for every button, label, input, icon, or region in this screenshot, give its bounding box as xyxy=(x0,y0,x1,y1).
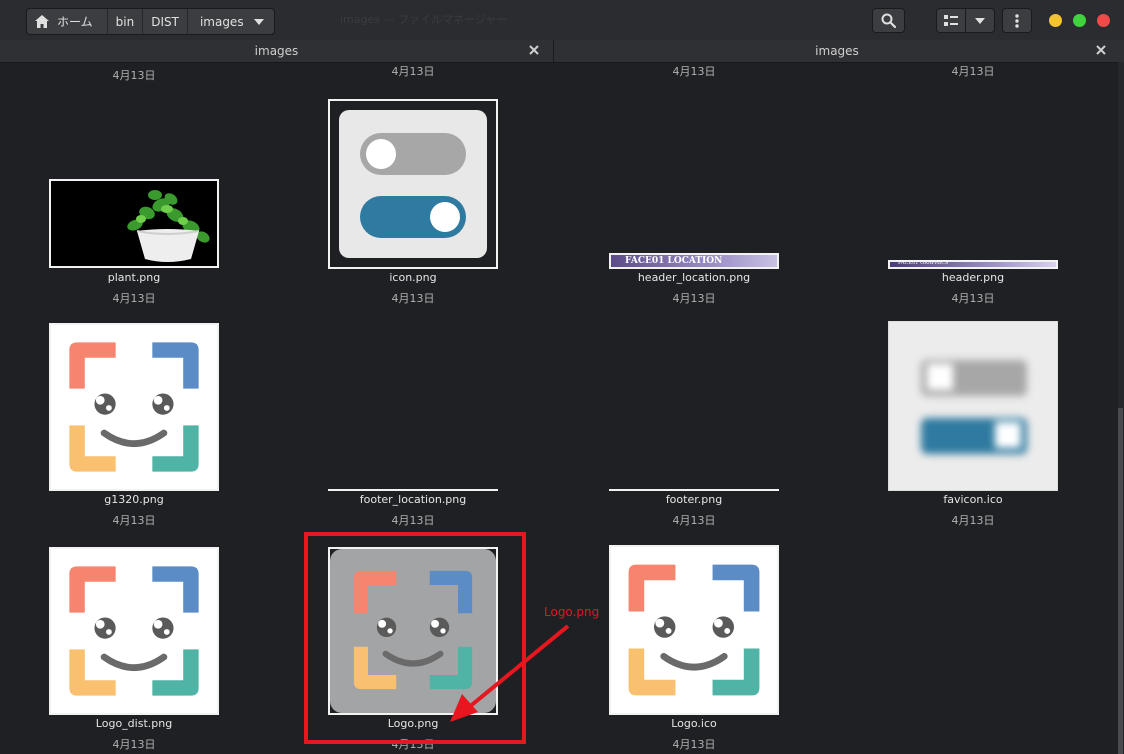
file-thumbnail-footer-location[interactable] xyxy=(328,489,498,491)
file-thumbnail-footer[interactable] xyxy=(609,489,779,491)
scrollbar-thumb[interactable] xyxy=(1118,408,1123,754)
file-date: 4月13日 xyxy=(112,514,156,527)
search-button[interactable] xyxy=(872,8,905,33)
file-name: footer.png xyxy=(665,493,723,506)
search-icon xyxy=(881,13,896,28)
maximize-button[interactable] xyxy=(1073,14,1086,27)
file-name: Logo.ico xyxy=(671,717,717,730)
close-icon[interactable] xyxy=(527,43,541,57)
file-name: icon.png xyxy=(389,271,437,284)
file-thumbnail-header[interactable]: FACE01 GRAPHICS xyxy=(888,260,1058,269)
file-date: 4月13日 xyxy=(391,514,435,527)
home-icon xyxy=(35,15,49,28)
file-name: footer_location.png xyxy=(359,493,467,506)
arrow-icon xyxy=(450,624,570,722)
breadcrumb-current-label: images xyxy=(199,14,244,29)
file-thumbnail-logo-dist[interactable] xyxy=(49,547,219,715)
minimize-button[interactable] xyxy=(1049,14,1062,27)
face-logo-icon xyxy=(51,549,217,713)
chevron-down-icon xyxy=(975,17,985,24)
file-name: header.png xyxy=(941,271,1005,284)
file-thumbnail-plant[interactable] xyxy=(49,179,219,268)
file-thumbnail-icon[interactable] xyxy=(328,99,498,269)
file-date: 4月13日 xyxy=(391,292,435,305)
file-name: Logo_dist.png xyxy=(95,717,173,730)
menu-button[interactable] xyxy=(1002,8,1032,33)
tab-images-1[interactable]: images xyxy=(0,40,554,62)
file-date: 4月13日 xyxy=(951,292,995,305)
close-icon[interactable] xyxy=(1094,43,1108,57)
face-logo-icon xyxy=(51,325,217,489)
file-name: g1320.png xyxy=(104,493,164,506)
toggle-image xyxy=(339,110,487,258)
breadcrumb-dist[interactable]: DIST xyxy=(143,9,188,34)
view-options-button[interactable] xyxy=(965,8,995,33)
plant-image xyxy=(127,190,210,262)
window-title: images — ファイルマネージャー xyxy=(340,13,508,26)
tab-label: images xyxy=(815,44,859,58)
tab-bar: images images xyxy=(0,40,1124,63)
file-date: 4月13日 xyxy=(672,65,716,78)
breadcrumb-home[interactable]: ホーム xyxy=(27,9,108,34)
annotation-label: Logo.png xyxy=(544,605,600,619)
file-thumbnail-logo-ico[interactable] xyxy=(609,545,779,715)
file-name: header_location.png xyxy=(637,271,751,284)
breadcrumb-current[interactable]: images xyxy=(188,9,274,34)
favicon-blurred-image xyxy=(889,322,1057,490)
file-date: 4月13日 xyxy=(672,292,716,305)
close-window-button[interactable] xyxy=(1097,14,1110,27)
kebab-menu-icon xyxy=(1015,13,1019,28)
file-name: plant.png xyxy=(107,271,161,284)
tab-images-2[interactable]: images xyxy=(554,40,1120,62)
banner-text: FACE01 GRAPHICS xyxy=(898,260,949,266)
file-date: 4月13日 xyxy=(672,514,716,527)
file-date: 4月13日 xyxy=(951,65,995,78)
file-thumbnail-g1320[interactable] xyxy=(49,323,219,491)
file-date: 4月13日 xyxy=(951,514,995,527)
header-bar: ホーム bin DIST images images — ファイルマネージャー xyxy=(0,0,1124,40)
file-date: 4月13日 xyxy=(112,738,156,751)
file-date: 4月13日 xyxy=(112,69,156,82)
banner-text: FACE01 LOCATION xyxy=(625,256,723,266)
file-date: 4月13日 xyxy=(391,65,435,78)
file-name: favicon.ico xyxy=(943,493,1003,506)
file-thumbnail-favicon[interactable] xyxy=(888,321,1058,491)
breadcrumb: ホーム bin DIST images xyxy=(26,8,275,35)
view-mode-button[interactable] xyxy=(936,8,966,33)
file-date: 4月13日 xyxy=(112,292,156,305)
list-view-icon xyxy=(944,14,958,26)
breadcrumb-home-label: ホーム xyxy=(57,15,93,29)
chevron-down-icon xyxy=(253,18,264,25)
file-thumbnail-header-location[interactable]: FACE01 LOCATION xyxy=(609,253,779,269)
tab-label: images xyxy=(254,44,299,58)
breadcrumb-bin[interactable]: bin xyxy=(108,9,144,34)
face-logo-icon xyxy=(611,547,777,713)
file-date: 4月13日 xyxy=(672,738,716,751)
